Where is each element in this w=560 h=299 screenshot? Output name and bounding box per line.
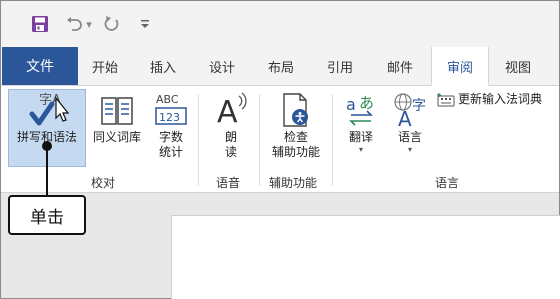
tab-file[interactable]: 文件 bbox=[2, 47, 78, 85]
spelling-grammar-button[interactable]: 字A 拼写和语法 bbox=[9, 90, 85, 145]
read-aloud-icon: A bbox=[217, 92, 247, 130]
group-label-proofing: 校对 bbox=[91, 176, 116, 190]
update-ime-dictionary-label: 更新输入法词典 bbox=[458, 92, 543, 106]
check-accessibility-label-2: 辅助功能 bbox=[271, 145, 320, 159]
tab-insert[interactable]: 插入 bbox=[143, 47, 183, 85]
word-count-icon: ABC 123 bbox=[155, 93, 187, 125]
tab-layout[interactable]: 布局 bbox=[261, 47, 301, 85]
keyboard-update-icon bbox=[437, 92, 455, 106]
read-aloud-label-1: 朗 bbox=[224, 130, 237, 144]
read-aloud-label-2: 读 bbox=[224, 145, 237, 159]
language-icon: A 字 bbox=[394, 93, 426, 130]
svg-text:A: A bbox=[398, 107, 412, 130]
svg-text:a: a bbox=[346, 95, 356, 114]
group-separator bbox=[259, 94, 260, 186]
quick-access-toolbar: ▾ bbox=[1, 1, 559, 47]
undo-icon[interactable] bbox=[63, 13, 85, 35]
redo-icon[interactable] bbox=[101, 13, 123, 35]
abc-text: ABC bbox=[156, 93, 179, 106]
translate-button[interactable]: a あ 翻译 ▾ bbox=[339, 90, 383, 155]
thesaurus-label: 同义词库 bbox=[92, 130, 141, 144]
word-window: ▾ 文件 开始 插入 设计 布局 引用 邮件 审阅 视图 字A 拼写和语法 同义… bbox=[0, 0, 560, 299]
ribbon-review: 字A 拼写和语法 同义词库 ABC 123 字数 统计 A 朗 读 检查 辅助功… bbox=[1, 86, 559, 193]
tab-home[interactable]: 开始 bbox=[85, 47, 125, 85]
read-aloud-button[interactable]: A 朗 读 bbox=[209, 90, 253, 160]
spelling-check-icon: 字A bbox=[29, 93, 70, 126]
undo-dropdown-icon[interactable]: ▾ bbox=[85, 13, 93, 35]
save-icon[interactable] bbox=[29, 13, 51, 35]
svg-text:A: A bbox=[217, 95, 238, 130]
tab-view[interactable]: 视图 bbox=[498, 47, 538, 85]
group-label-speech: 语音 bbox=[216, 176, 241, 190]
check-accessibility-label-1: 检查 bbox=[283, 130, 308, 144]
word-count-button[interactable]: ABC 123 字数 统计 bbox=[149, 90, 193, 160]
update-ime-dictionary-button[interactable]: 更新输入法词典 bbox=[437, 92, 559, 107]
accessibility-check-icon bbox=[283, 93, 308, 127]
language-button[interactable]: A 字 语言 ▾ bbox=[387, 90, 433, 155]
num-text: 123 bbox=[159, 111, 180, 124]
word-count-label-1: 字数 bbox=[158, 130, 183, 144]
language-label: 语言 bbox=[397, 130, 422, 144]
svg-text:字: 字 bbox=[412, 98, 426, 114]
tab-design[interactable]: 设计 bbox=[202, 47, 242, 85]
group-label-language: 语言 bbox=[435, 176, 460, 190]
ribbon-tab-bar: 文件 开始 插入 设计 布局 引用 邮件 审阅 视图 bbox=[1, 47, 559, 86]
check-accessibility-button[interactable]: 检查 辅助功能 bbox=[263, 90, 329, 160]
group-separator bbox=[198, 94, 199, 186]
document-page[interactable] bbox=[171, 215, 560, 299]
tab-references[interactable]: 引用 bbox=[320, 47, 360, 85]
tab-review[interactable]: 审阅 bbox=[431, 47, 489, 86]
thesaurus-book-icon bbox=[101, 97, 133, 125]
svg-text:あ: あ bbox=[359, 94, 374, 112]
group-separator bbox=[332, 94, 333, 186]
translate-dropdown-icon[interactable]: ▾ bbox=[359, 145, 363, 155]
tab-mailings[interactable]: 邮件 bbox=[380, 47, 420, 85]
callout-pointer-line bbox=[46, 145, 48, 195]
translate-label: 翻译 bbox=[348, 130, 373, 144]
customize-qat-icon[interactable] bbox=[139, 13, 151, 35]
group-label-accessibility: 辅助功能 bbox=[269, 176, 318, 190]
click-callout: 单击 bbox=[8, 195, 86, 235]
word-count-label-2: 统计 bbox=[158, 145, 183, 159]
language-dropdown-icon[interactable]: ▾ bbox=[408, 145, 412, 155]
translate-icon: a あ bbox=[346, 94, 374, 126]
thesaurus-button[interactable]: 同义词库 bbox=[89, 90, 145, 145]
